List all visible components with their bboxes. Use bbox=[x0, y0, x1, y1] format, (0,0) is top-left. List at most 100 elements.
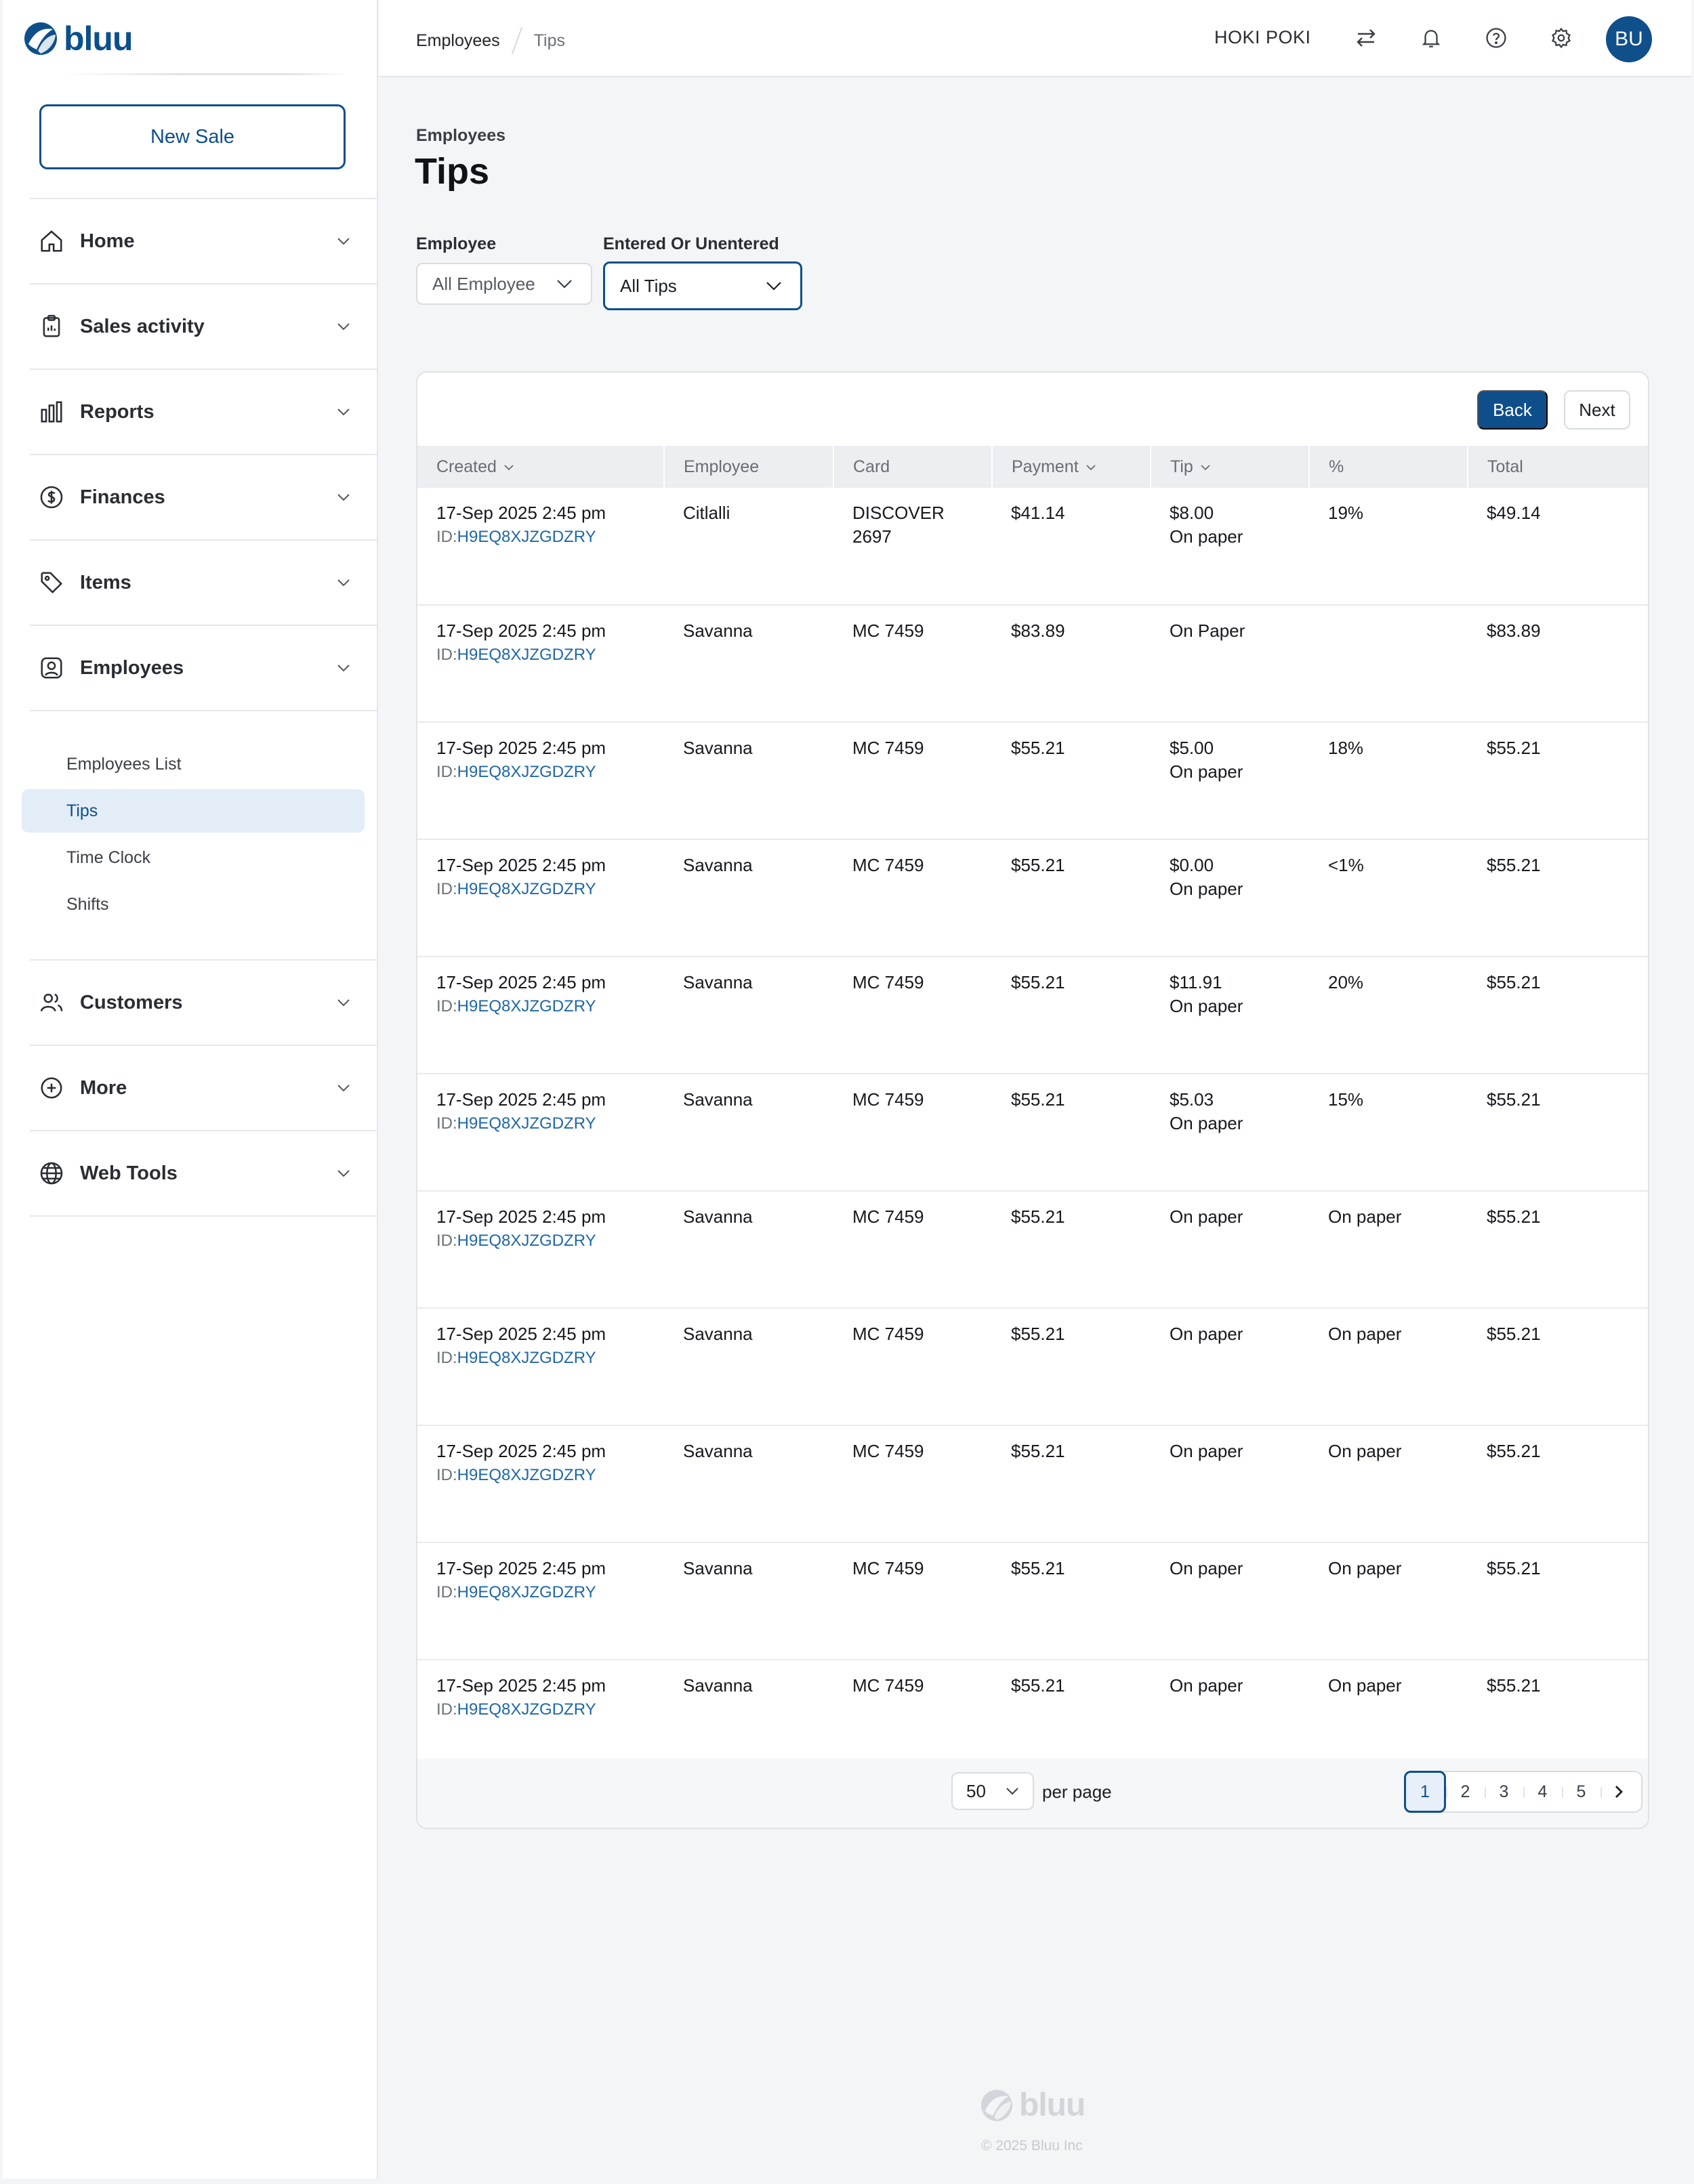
avatar[interactable]: BU bbox=[1606, 16, 1652, 62]
switch-icon[interactable] bbox=[1351, 23, 1381, 53]
tip-amount: On paper bbox=[1170, 1558, 1243, 1578]
cell-total: $55.21 bbox=[1468, 1191, 1648, 1309]
cell-employee: Savanna bbox=[664, 1191, 833, 1309]
page-button-2[interactable]: 2 bbox=[1446, 1772, 1485, 1811]
column-header-tip[interactable]: Tip bbox=[1151, 446, 1310, 488]
employee-filter-select[interactable]: All Employee bbox=[416, 263, 592, 305]
back-button[interactable]: Back bbox=[1477, 390, 1548, 429]
store-name[interactable]: HOKI POKI bbox=[1214, 27, 1311, 48]
cell-card: DISCOVER 2697 bbox=[833, 488, 992, 606]
bell-icon[interactable] bbox=[1416, 23, 1446, 53]
transaction-id[interactable]: ID:H9EQ8XJZGDZRY bbox=[436, 1463, 664, 1487]
transaction-id[interactable]: ID:H9EQ8XJZGDZRY bbox=[436, 1346, 664, 1370]
table-row[interactable]: 17-Sep 2025 2:45 pm ID:H9EQ8XJZGDZRY Savan… bbox=[417, 839, 1648, 957]
cell-created: 17-Sep 2025 2:45 pm ID:H9EQ8XJZGDZRY bbox=[417, 839, 664, 957]
transaction-id[interactable]: ID:H9EQ8XJZGDZRY bbox=[436, 1698, 664, 1721]
id-prefix: ID: bbox=[436, 1700, 457, 1719]
breadcrumb-employees[interactable]: Employees bbox=[416, 31, 500, 51]
table-row[interactable]: 17-Sep 2025 2:45 pm ID:H9EQ8XJZGDZRY Savan… bbox=[417, 1308, 1648, 1426]
table-row[interactable]: 17-Sep 2025 2:45 pm ID:H9EQ8XJZGDZRY Savan… bbox=[417, 1542, 1648, 1660]
sidebar-item-customers[interactable]: Customers bbox=[30, 959, 378, 1045]
cell-tip: On paper bbox=[1151, 1191, 1309, 1309]
transaction-id[interactable]: ID:H9EQ8XJZGDZRY bbox=[436, 994, 664, 1018]
table-row[interactable]: 17-Sep 2025 2:45 pm ID:H9EQ8XJZGDZRY Savan… bbox=[417, 1425, 1648, 1543]
transaction-id-link[interactable]: H9EQ8XJZGDZRY bbox=[457, 880, 596, 898]
settings-icon[interactable] bbox=[1546, 23, 1576, 53]
next-button[interactable]: Next bbox=[1564, 390, 1630, 429]
chevron-down-icon bbox=[504, 465, 514, 471]
entered-filter-select[interactable]: All Tips bbox=[603, 261, 802, 310]
sidebar-item-web-tools[interactable]: Web Tools bbox=[30, 1130, 378, 1215]
cell-percent bbox=[1309, 605, 1468, 723]
sidebar-item-employees[interactable]: Employees bbox=[30, 625, 378, 710]
transaction-id-link[interactable]: H9EQ8XJZGDZRY bbox=[457, 1466, 596, 1484]
sidebar-item-more[interactable]: More bbox=[30, 1045, 378, 1130]
next-page-button[interactable] bbox=[1600, 1772, 1637, 1811]
tip-source: On paper bbox=[1170, 1113, 1243, 1133]
page-button-3[interactable]: 3 bbox=[1485, 1772, 1523, 1811]
table-row[interactable]: 17-Sep 2025 2:45 pm ID:H9EQ8XJZGDZRY Savan… bbox=[417, 1074, 1648, 1192]
transaction-id-link[interactable]: H9EQ8XJZGDZRY bbox=[457, 1700, 596, 1719]
transaction-id[interactable]: ID:H9EQ8XJZGDZRY bbox=[436, 525, 664, 549]
table-row[interactable]: 17-Sep 2025 2:45 pm ID:H9EQ8XJZGDZRY Savan… bbox=[417, 957, 1648, 1074]
cell-total: $49.14 bbox=[1468, 488, 1648, 606]
transaction-id-link[interactable]: H9EQ8XJZGDZRY bbox=[457, 1349, 596, 1367]
transaction-id-link[interactable]: H9EQ8XJZGDZRY bbox=[457, 1232, 596, 1250]
sidebar-item-items[interactable]: Items bbox=[30, 539, 378, 625]
transaction-id-link[interactable]: H9EQ8XJZGDZRY bbox=[457, 763, 596, 781]
transaction-id[interactable]: ID:H9EQ8XJZGDZRY bbox=[436, 643, 664, 667]
transaction-id[interactable]: ID:H9EQ8XJZGDZRY bbox=[436, 760, 664, 784]
page-button-4[interactable]: 4 bbox=[1523, 1772, 1562, 1811]
sidebar-item-home[interactable]: Home bbox=[30, 198, 378, 283]
sidebar-item-sales-activity[interactable]: Sales activity bbox=[30, 283, 378, 369]
cell-percent: 19% bbox=[1309, 488, 1468, 606]
bluu-logo-icon bbox=[980, 2089, 1013, 2121]
table-row[interactable]: 17-Sep 2025 2:45 pm ID:H9EQ8XJZGDZRY Citla… bbox=[417, 488, 1648, 606]
per-page-select[interactable]: 50 bbox=[951, 1772, 1034, 1810]
transaction-id-link[interactable]: H9EQ8XJZGDZRY bbox=[457, 997, 596, 1015]
cell-employee: Savanna bbox=[664, 839, 833, 957]
transaction-id-link[interactable]: H9EQ8XJZGDZRY bbox=[457, 1114, 596, 1133]
cell-total: $55.21 bbox=[1468, 722, 1648, 840]
page-button-5[interactable]: 5 bbox=[1562, 1772, 1600, 1811]
tip-amount: $5.00 bbox=[1170, 738, 1214, 758]
sidebar-subitem-time-clock[interactable]: Time Clock bbox=[22, 836, 365, 879]
sidebar-subitem-shifts[interactable]: Shifts bbox=[22, 883, 365, 926]
globe-icon bbox=[37, 1158, 66, 1188]
transaction-id[interactable]: ID:H9EQ8XJZGDZRY bbox=[436, 1580, 664, 1604]
new-sale-button[interactable]: New Sale bbox=[39, 104, 346, 169]
cell-card: MC 7459 bbox=[833, 605, 992, 723]
cell-tip: $5.03 On paper bbox=[1151, 1074, 1309, 1192]
transaction-id[interactable]: ID:H9EQ8XJZGDZRY bbox=[436, 877, 664, 901]
table-row[interactable]: 17-Sep 2025 2:45 pm ID:H9EQ8XJZGDZRY Savan… bbox=[417, 1191, 1648, 1309]
chevron-down-icon bbox=[557, 280, 572, 289]
sidebar-subitem-tips[interactable]: Tips bbox=[22, 789, 365, 833]
cell-tip: On paper bbox=[1151, 1542, 1309, 1660]
users-icon bbox=[37, 988, 66, 1017]
created-date: 17-Sep 2025 2:45 pm bbox=[436, 972, 606, 992]
transaction-id[interactable]: ID:H9EQ8XJZGDZRY bbox=[436, 1229, 664, 1253]
page-button-1[interactable]: 1 bbox=[1404, 1771, 1446, 1813]
sidebar-item-finances[interactable]: Finances bbox=[30, 454, 378, 539]
column-header-payment[interactable]: Payment bbox=[992, 446, 1151, 488]
table-row[interactable]: 17-Sep 2025 2:45 pm ID:H9EQ8XJZGDZRY Savan… bbox=[417, 722, 1648, 840]
sidebar-item-label: Items bbox=[80, 571, 131, 593]
cell-percent: On paper bbox=[1309, 1308, 1468, 1426]
table-row[interactable]: 17-Sep 2025 2:45 pm ID:H9EQ8XJZGDZRY Savan… bbox=[417, 605, 1648, 723]
column-header-created[interactable]: Created bbox=[417, 446, 665, 488]
tip-amount: On paper bbox=[1170, 1206, 1243, 1227]
id-prefix: ID: bbox=[436, 1114, 457, 1133]
transaction-id-link[interactable]: H9EQ8XJZGDZRY bbox=[457, 1583, 596, 1601]
column-header-percent: % bbox=[1309, 446, 1468, 488]
cell-tip: $5.00 On paper bbox=[1151, 722, 1309, 840]
transaction-id[interactable]: ID:H9EQ8XJZGDZRY bbox=[436, 1112, 664, 1135]
help-icon[interactable] bbox=[1481, 23, 1511, 53]
tip-source: On paper bbox=[1170, 879, 1243, 899]
card-line-1: MC 7459 bbox=[852, 1441, 924, 1461]
tips-table: Created Employee Card Payment Tip % Tota… bbox=[417, 446, 1648, 1777]
transaction-id-link[interactable]: H9EQ8XJZGDZRY bbox=[457, 528, 596, 546]
brand-logo[interactable]: bluu bbox=[23, 19, 133, 58]
sidebar-item-reports[interactable]: Reports bbox=[30, 369, 378, 454]
transaction-id-link[interactable]: H9EQ8XJZGDZRY bbox=[457, 646, 596, 664]
sidebar-subitem-employees-list[interactable]: Employees List bbox=[22, 742, 365, 786]
